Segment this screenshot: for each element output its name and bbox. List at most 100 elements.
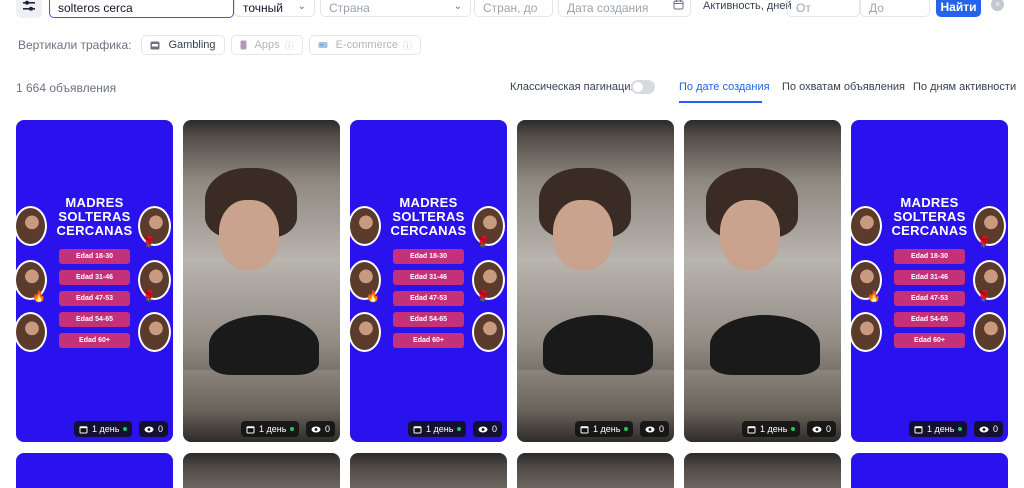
active-days-value: 1 день (593, 424, 621, 434)
info-icon[interactable]: ⓘ (285, 39, 294, 52)
sliders-icon (23, 0, 35, 11)
fire-icon: 🔥 (32, 291, 46, 303)
views-value: 0 (993, 424, 999, 434)
ad-card[interactable]: 1 день 0 (684, 120, 841, 442)
age-pill: Edad 18-30 (59, 249, 130, 264)
age-pill: Edad 47-53 (59, 291, 130, 306)
calendar-icon (246, 425, 255, 433)
ad-avatar-photo (851, 312, 882, 352)
eye-icon (812, 426, 822, 432)
chevron-down-icon: ⌄ (453, 1, 462, 12)
ad-card[interactable] (183, 453, 340, 488)
photo-clothing (543, 315, 653, 375)
active-status-dot (791, 427, 796, 431)
active-status-dot (958, 427, 963, 431)
calendar-icon (914, 425, 923, 433)
filter-toggle-button[interactable] (16, 0, 42, 18)
views-badge: 0 (640, 421, 670, 437)
ad-card[interactable] (350, 453, 507, 488)
photo-clothing (710, 315, 820, 375)
vertical-chip-label: Gambling (168, 39, 216, 51)
activity-from-placeholder: От (796, 1, 811, 15)
age-pill: Edad 31-46 (894, 270, 965, 285)
filter-bar: solteros cerca точный ⌄ Страна ⌄ Стран, … (0, 0, 1024, 20)
age-pill: Edad 18-30 (894, 249, 965, 264)
active-days-badge: 1 день (742, 421, 801, 437)
vertical-chip-label: Apps (254, 39, 280, 51)
active-status-dot (624, 427, 629, 431)
sort-tab-by-creation-date[interactable]: По дате создания (679, 81, 770, 93)
eye-icon (311, 426, 321, 432)
age-pill: Edad 31-46 (393, 270, 464, 285)
ad-avatar-photo (851, 206, 882, 246)
phone-icon (240, 40, 247, 50)
active-days-value: 1 день (927, 424, 955, 434)
active-days-value: 1 день (760, 424, 788, 434)
search-input[interactable]: solteros cerca (49, 0, 234, 18)
ad-card[interactable]: 1 день 0 (183, 120, 340, 442)
views-badge: 0 (974, 421, 1004, 437)
age-pill: Edad 60+ (393, 333, 464, 348)
age-pill: Edad 54-65 (59, 312, 130, 327)
ad-card[interactable]: MADRES SOLTERAS CERCANAS Edad 18-30 Edad 31-… (16, 120, 173, 442)
ad-card[interactable] (16, 453, 173, 488)
ad-avatar-photo (472, 312, 505, 352)
eye-icon (979, 426, 989, 432)
ad-avatar-photo (973, 312, 1006, 352)
rose-icon: 🌹 (476, 237, 490, 249)
age-pill: Edad 54-65 (894, 312, 965, 327)
vertical-chip-gambling[interactable]: Gambling (141, 35, 225, 55)
calendar-icon (747, 425, 756, 433)
countries-limit-input[interactable]: Стран, до (474, 0, 553, 17)
ad-card[interactable] (517, 453, 674, 488)
views-value: 0 (158, 424, 164, 434)
sort-tab-by-reach[interactable]: По охватам объявления (782, 81, 905, 93)
activity-from-input[interactable]: От (787, 0, 860, 17)
vertical-chip-apps[interactable]: Apps ⓘ (230, 35, 303, 55)
active-days-badge: 1 день (74, 421, 133, 437)
ad-card[interactable] (684, 453, 841, 488)
creation-date-input[interactable]: Дата создания (558, 0, 691, 17)
rose-icon: 🌹 (476, 291, 490, 303)
country-select[interactable]: Страна ⌄ (320, 0, 471, 17)
age-pill: Edad 31-46 (59, 270, 130, 285)
views-value: 0 (659, 424, 665, 434)
country-placeholder: Страна (329, 1, 370, 15)
ad-avatar-photo (350, 312, 381, 352)
activity-days-label: Активность, дней (703, 0, 792, 12)
chevron-down-icon: ⌄ (297, 1, 306, 12)
views-badge: 0 (807, 421, 837, 437)
age-pill: Edad 60+ (59, 333, 130, 348)
age-pill: Edad 47-53 (894, 291, 965, 306)
clear-filters-icon[interactable]: × (991, 0, 1004, 11)
rose-icon: 🌹 (977, 291, 991, 303)
match-mode-select[interactable]: точный ⌄ (234, 0, 315, 17)
active-days-badge: 1 день (909, 421, 968, 437)
ad-avatar-photo (16, 312, 47, 352)
ad-card[interactable] (851, 453, 1008, 488)
find-button[interactable]: Найти (936, 0, 981, 17)
calendar-icon (413, 425, 422, 433)
ad-card[interactable]: 1 день 0 (517, 120, 674, 442)
ad-card[interactable]: MADRES SOLTERAS CERCANAS Edad 18-30 Edad 31-… (350, 120, 507, 442)
vertical-chip-ecommerce[interactable]: E-commerce ⓘ (308, 35, 421, 55)
active-status-dot (123, 427, 128, 431)
age-pill: Edad 47-53 (393, 291, 464, 306)
classic-pagination-toggle[interactable] (631, 80, 655, 94)
sort-active-underline (679, 101, 762, 103)
active-days-badge: 1 день (408, 421, 467, 437)
views-badge: 0 (139, 421, 169, 437)
calendar-icon (580, 425, 589, 433)
views-value: 0 (325, 424, 331, 434)
eye-icon (144, 426, 154, 432)
active-days-badge: 1 день (575, 421, 634, 437)
info-icon[interactable]: ⓘ (403, 39, 412, 52)
match-mode-value: точный (243, 1, 283, 15)
sort-tab-by-active-days[interactable]: По дням активности (913, 81, 1016, 93)
activity-to-input[interactable]: До (860, 0, 930, 17)
active-status-dot (290, 427, 295, 431)
classic-pagination-label: Классическая пагинация (510, 81, 637, 93)
photo-clothing (209, 315, 319, 375)
ad-card[interactable]: MADRES SOLTERAS CERCANAS Edad 18-30 Edad 31-… (851, 120, 1008, 442)
active-days-value: 1 день (426, 424, 454, 434)
